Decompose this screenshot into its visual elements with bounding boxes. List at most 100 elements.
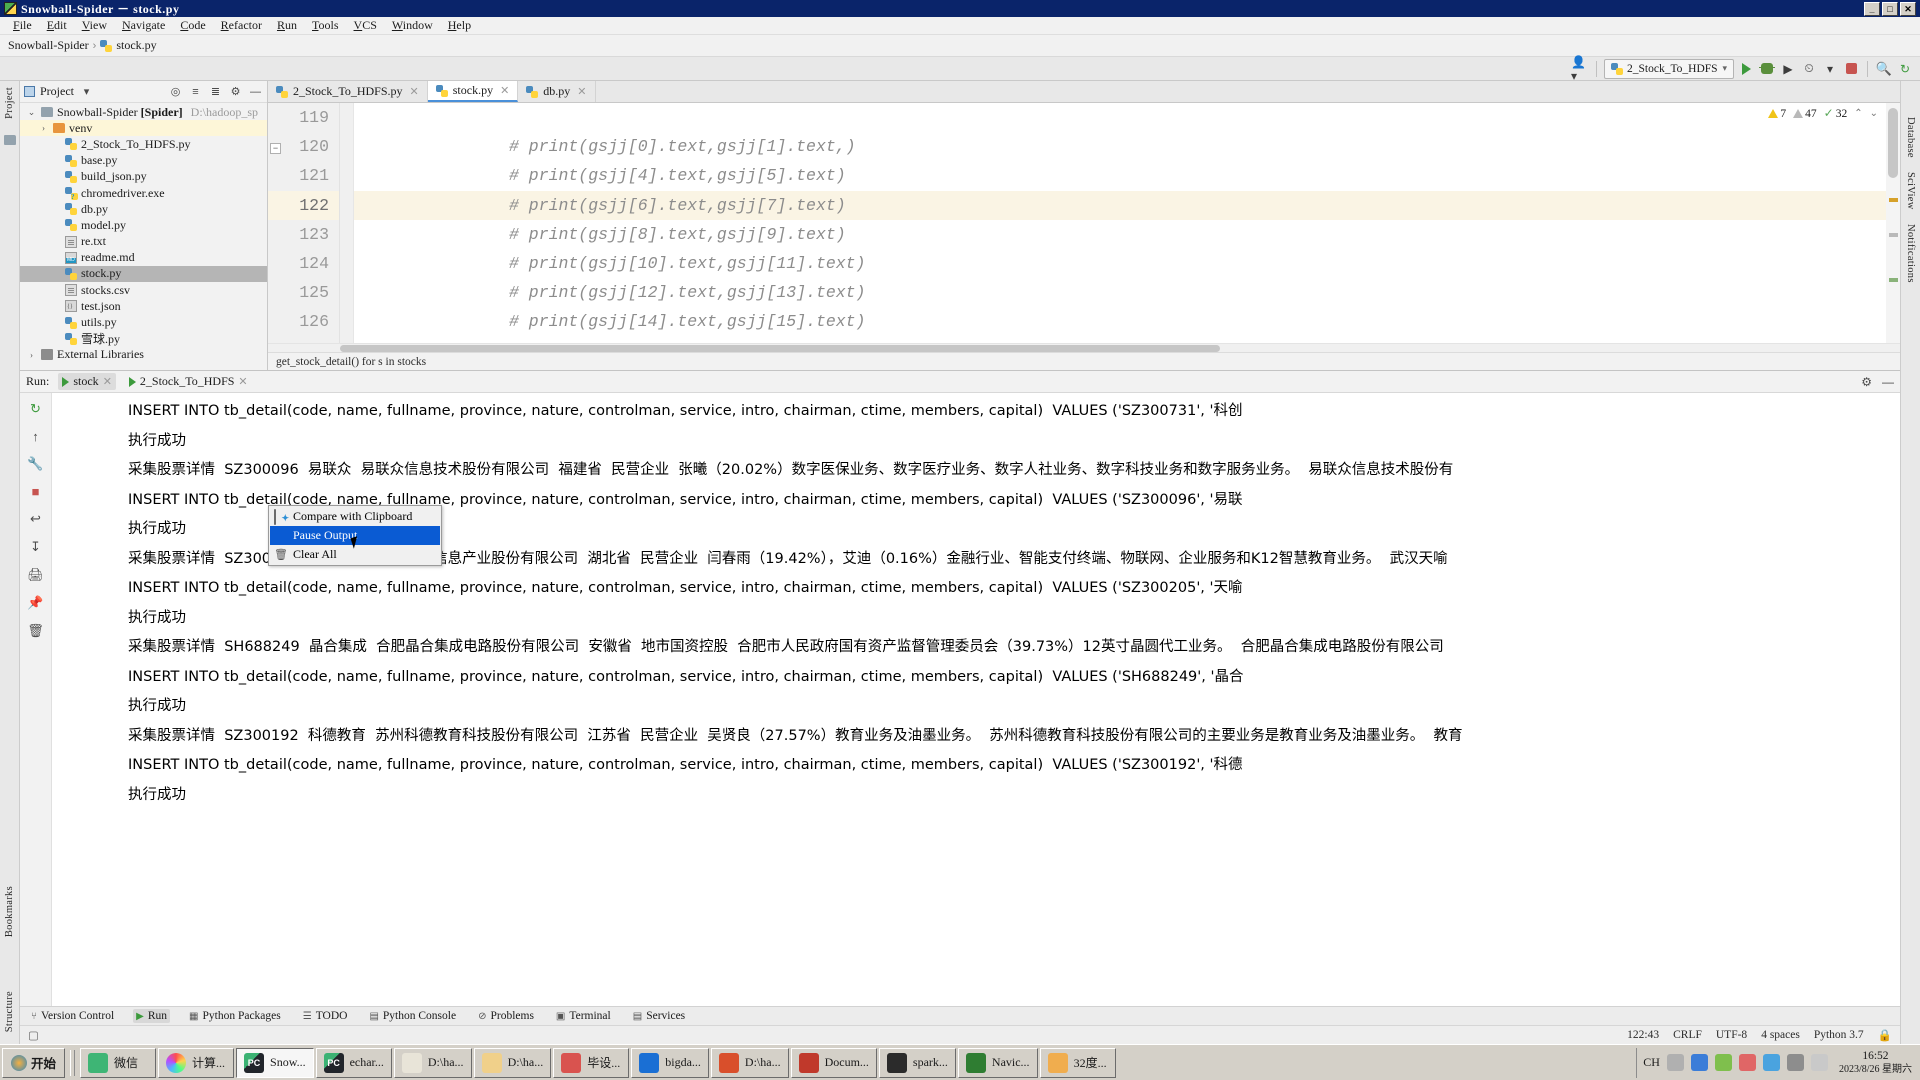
taskbar-buttons[interactable]: 微信 计算... PC Snow... PC echar... D:\ha... D:\ha.…	[80, 1047, 1634, 1078]
debug-icon[interactable]	[1758, 60, 1776, 78]
cloud-icon[interactable]	[1762, 1054, 1780, 1071]
close-button[interactable]: ✕	[1900, 1, 1916, 16]
tree-item-external-libraries[interactable]: › External Libraries	[20, 347, 267, 363]
menu-item-navigate[interactable]: Navigate	[115, 17, 172, 34]
volume-icon[interactable]	[1786, 1054, 1804, 1071]
editor-tab-db-py[interactable]: db.py ✕	[518, 81, 596, 102]
rail-structure-label[interactable]: Structure	[4, 991, 15, 1032]
menu-item-tools[interactable]: Tools	[305, 17, 346, 34]
tree-item-base-py[interactable]: base.py	[20, 153, 267, 169]
rail-bookmarks-label[interactable]: Bookmarks	[4, 886, 15, 937]
tree-item-snowball-spider[interactable]: ⌄ Snowball-Spider [Spider] D:\hadoop_sp	[20, 104, 267, 120]
locate-icon[interactable]: ◎	[168, 85, 183, 98]
taskbar-button-d-ha-[interactable]: D:\ha...	[710, 1047, 789, 1078]
stop-icon[interactable]	[1842, 60, 1860, 78]
console-sidebar[interactable]: ↻ ↑ 🔧 ■ ↩ ↧ 🖨 📌 🗑	[20, 393, 52, 1006]
file-encoding[interactable]: UTF-8	[1716, 1029, 1747, 1041]
hide-panel-icon[interactable]: —	[248, 86, 263, 98]
tree-item-utils-py[interactable]: utils.py	[20, 314, 267, 330]
menu-item-code[interactable]: Code	[173, 17, 212, 34]
close-icon[interactable]: ✕	[410, 85, 419, 98]
tree-expand-arrow[interactable]: ⌄	[26, 107, 37, 118]
tree-item-model-py[interactable]: model.py	[20, 217, 267, 233]
menu-item-refactor[interactable]: Refactor	[214, 17, 269, 34]
chevron-up-icon[interactable]	[1810, 1054, 1828, 1071]
tree-item-build-json-py[interactable]: build_json.py	[20, 169, 267, 185]
console-output[interactable]: INSERT INTO tb_detail(code, name, fullna…	[52, 393, 1900, 1006]
minimize-button[interactable]: _	[1864, 1, 1880, 16]
network-icon[interactable]	[1714, 1054, 1732, 1071]
editor-scroll-thumb[interactable]	[1888, 108, 1898, 178]
python-interpreter[interactable]: Python 3.7	[1814, 1029, 1864, 1041]
status-left-icon[interactable]: ▢	[28, 1028, 39, 1042]
console-context-menu[interactable]: ✦ Compare with Clipboard Pause Output 🗑 Clea…	[268, 505, 442, 566]
print-icon[interactable]: 🖨	[27, 567, 45, 583]
tool-window-button-services[interactable]: ▤ Services	[630, 1009, 688, 1023]
tree-item-test-json[interactable]: test.json	[20, 298, 267, 314]
code-lines[interactable]: # print(gsjj[0].text,gsjj[1].text,) # pri…	[354, 103, 1900, 343]
taskbar-grip[interactable]	[70, 1049, 76, 1076]
context-menu-item-compare-with-clipboard[interactable]: ✦ Compare with Clipboard	[270, 507, 440, 526]
code-line[interactable]: # print(gsjj[4].text,gsjj[5].text)	[354, 161, 1900, 190]
close-icon-2[interactable]: ✕	[238, 375, 247, 388]
lock-icon[interactable]: 🔒	[1878, 1028, 1892, 1042]
tool-window-button-version-control[interactable]: ⑂ Version Control	[28, 1009, 117, 1023]
stop-icon[interactable]: ■	[27, 484, 45, 499]
taskbar-button-navic-[interactable]: Navic...	[957, 1047, 1038, 1078]
keyboard-icon[interactable]	[1666, 1054, 1684, 1071]
tool-window-button-python-console[interactable]: ▤ Python Console	[366, 1009, 459, 1023]
menu-item-run[interactable]: Run	[270, 17, 304, 34]
breadcrumb-file[interactable]: stock.py	[116, 38, 156, 53]
caret-position[interactable]: 122:43	[1627, 1029, 1659, 1041]
menu-item-edit[interactable]: Edit	[40, 17, 74, 34]
run-configuration-selector[interactable]: 2_Stock_To_HDFS ▾	[1604, 58, 1734, 79]
run-tab-stock[interactable]: stock ✕	[58, 373, 116, 390]
tree-expand-arrow[interactable]: ›	[26, 350, 37, 360]
tree-item-2-stock-to-hdfs-py[interactable]: 2_Stock_To_HDFS.py	[20, 136, 267, 152]
close-icon[interactable]: ✕	[103, 375, 112, 388]
tool-window-button-todo[interactable]: ☰ TODO	[300, 1009, 351, 1023]
chevron-down-icon[interactable]: ▾	[79, 85, 94, 98]
search-icon[interactable]: 🔍	[1875, 60, 1893, 78]
updates-icon[interactable]: ↻	[1896, 60, 1914, 78]
start-button[interactable]: 开始	[2, 1047, 66, 1078]
user-avatar-icon[interactable]: 👤▾	[1571, 55, 1589, 83]
line-separator[interactable]: CRLF	[1673, 1029, 1702, 1041]
menu-item-help[interactable]: Help	[441, 17, 478, 34]
inspection-widget[interactable]: 7 47 ✓ 32 ⌃ ⌄	[1768, 106, 1878, 121]
tree-item-readme-md[interactable]: readme.md	[20, 250, 267, 266]
fold-column[interactable]: −	[270, 103, 354, 343]
trash-icon[interactable]: 🗑	[27, 623, 45, 639]
antivirus-icon[interactable]	[1738, 1054, 1756, 1071]
editor-hscroll-thumb[interactable]	[340, 345, 1220, 352]
editor-tab-stock-py[interactable]: stock.py ✕	[427, 81, 519, 102]
profile-icon[interactable]: ⏲	[1800, 60, 1818, 78]
tree-item-stocks-csv[interactable]: stocks.csv	[20, 282, 267, 298]
coverage-icon[interactable]: ▶	[1779, 60, 1797, 78]
taskbar-button--[interactable]: 毕设...	[553, 1047, 630, 1078]
editor-tabs[interactable]: 2_Stock_To_HDFS.py ✕ stock.py ✕ db.py ✕	[268, 81, 1900, 103]
rail-sciview-label[interactable]: SciView	[1905, 172, 1916, 210]
taskbar-button-spark-[interactable]: spark...	[878, 1047, 956, 1078]
menu-item-window[interactable]: Window	[385, 17, 440, 34]
menu-item-file[interactable]: File	[6, 17, 39, 34]
taskbar-button-echar-[interactable]: PC echar...	[315, 1047, 392, 1078]
editor-vertical-scrollbar[interactable]	[1886, 103, 1900, 343]
taskbar-button-docum-[interactable]: Docum...	[790, 1047, 877, 1078]
system-tray[interactable]: CH 16:52 2023/8/26 星期六	[1636, 1047, 1918, 1078]
code-line[interactable]: # print(gsjj[6].text,gsjj[7].text)	[354, 190, 1900, 220]
tree-item--py[interactable]: 雪球.py	[20, 331, 267, 347]
code-line[interactable]: # print(gsjj[14].text,gsjj[15].text)	[354, 307, 1900, 336]
code-line[interactable]: # print(gsjj[0].text,gsjj[1].text,)	[354, 132, 1900, 161]
rail-project-label[interactable]: Project	[4, 87, 15, 119]
settings-gear-icon[interactable]: ⚙	[228, 85, 243, 98]
tool-window-button-problems[interactable]: ⊘ Problems	[475, 1009, 537, 1023]
tree-item-venv[interactable]: › venv	[20, 120, 267, 137]
tree-expand-arrow[interactable]: ›	[38, 123, 49, 133]
tree-item-db-py[interactable]: db.py	[20, 201, 267, 217]
inspection-chevron-down-icon[interactable]: ⌄	[1870, 108, 1878, 119]
taskbar-button-d-ha-[interactable]: D:\ha...	[473, 1047, 552, 1078]
ime-indicator[interactable]: CH	[1643, 1055, 1660, 1070]
run-icon[interactable]	[1737, 60, 1755, 78]
pin-icon[interactable]: 📌	[27, 595, 45, 611]
